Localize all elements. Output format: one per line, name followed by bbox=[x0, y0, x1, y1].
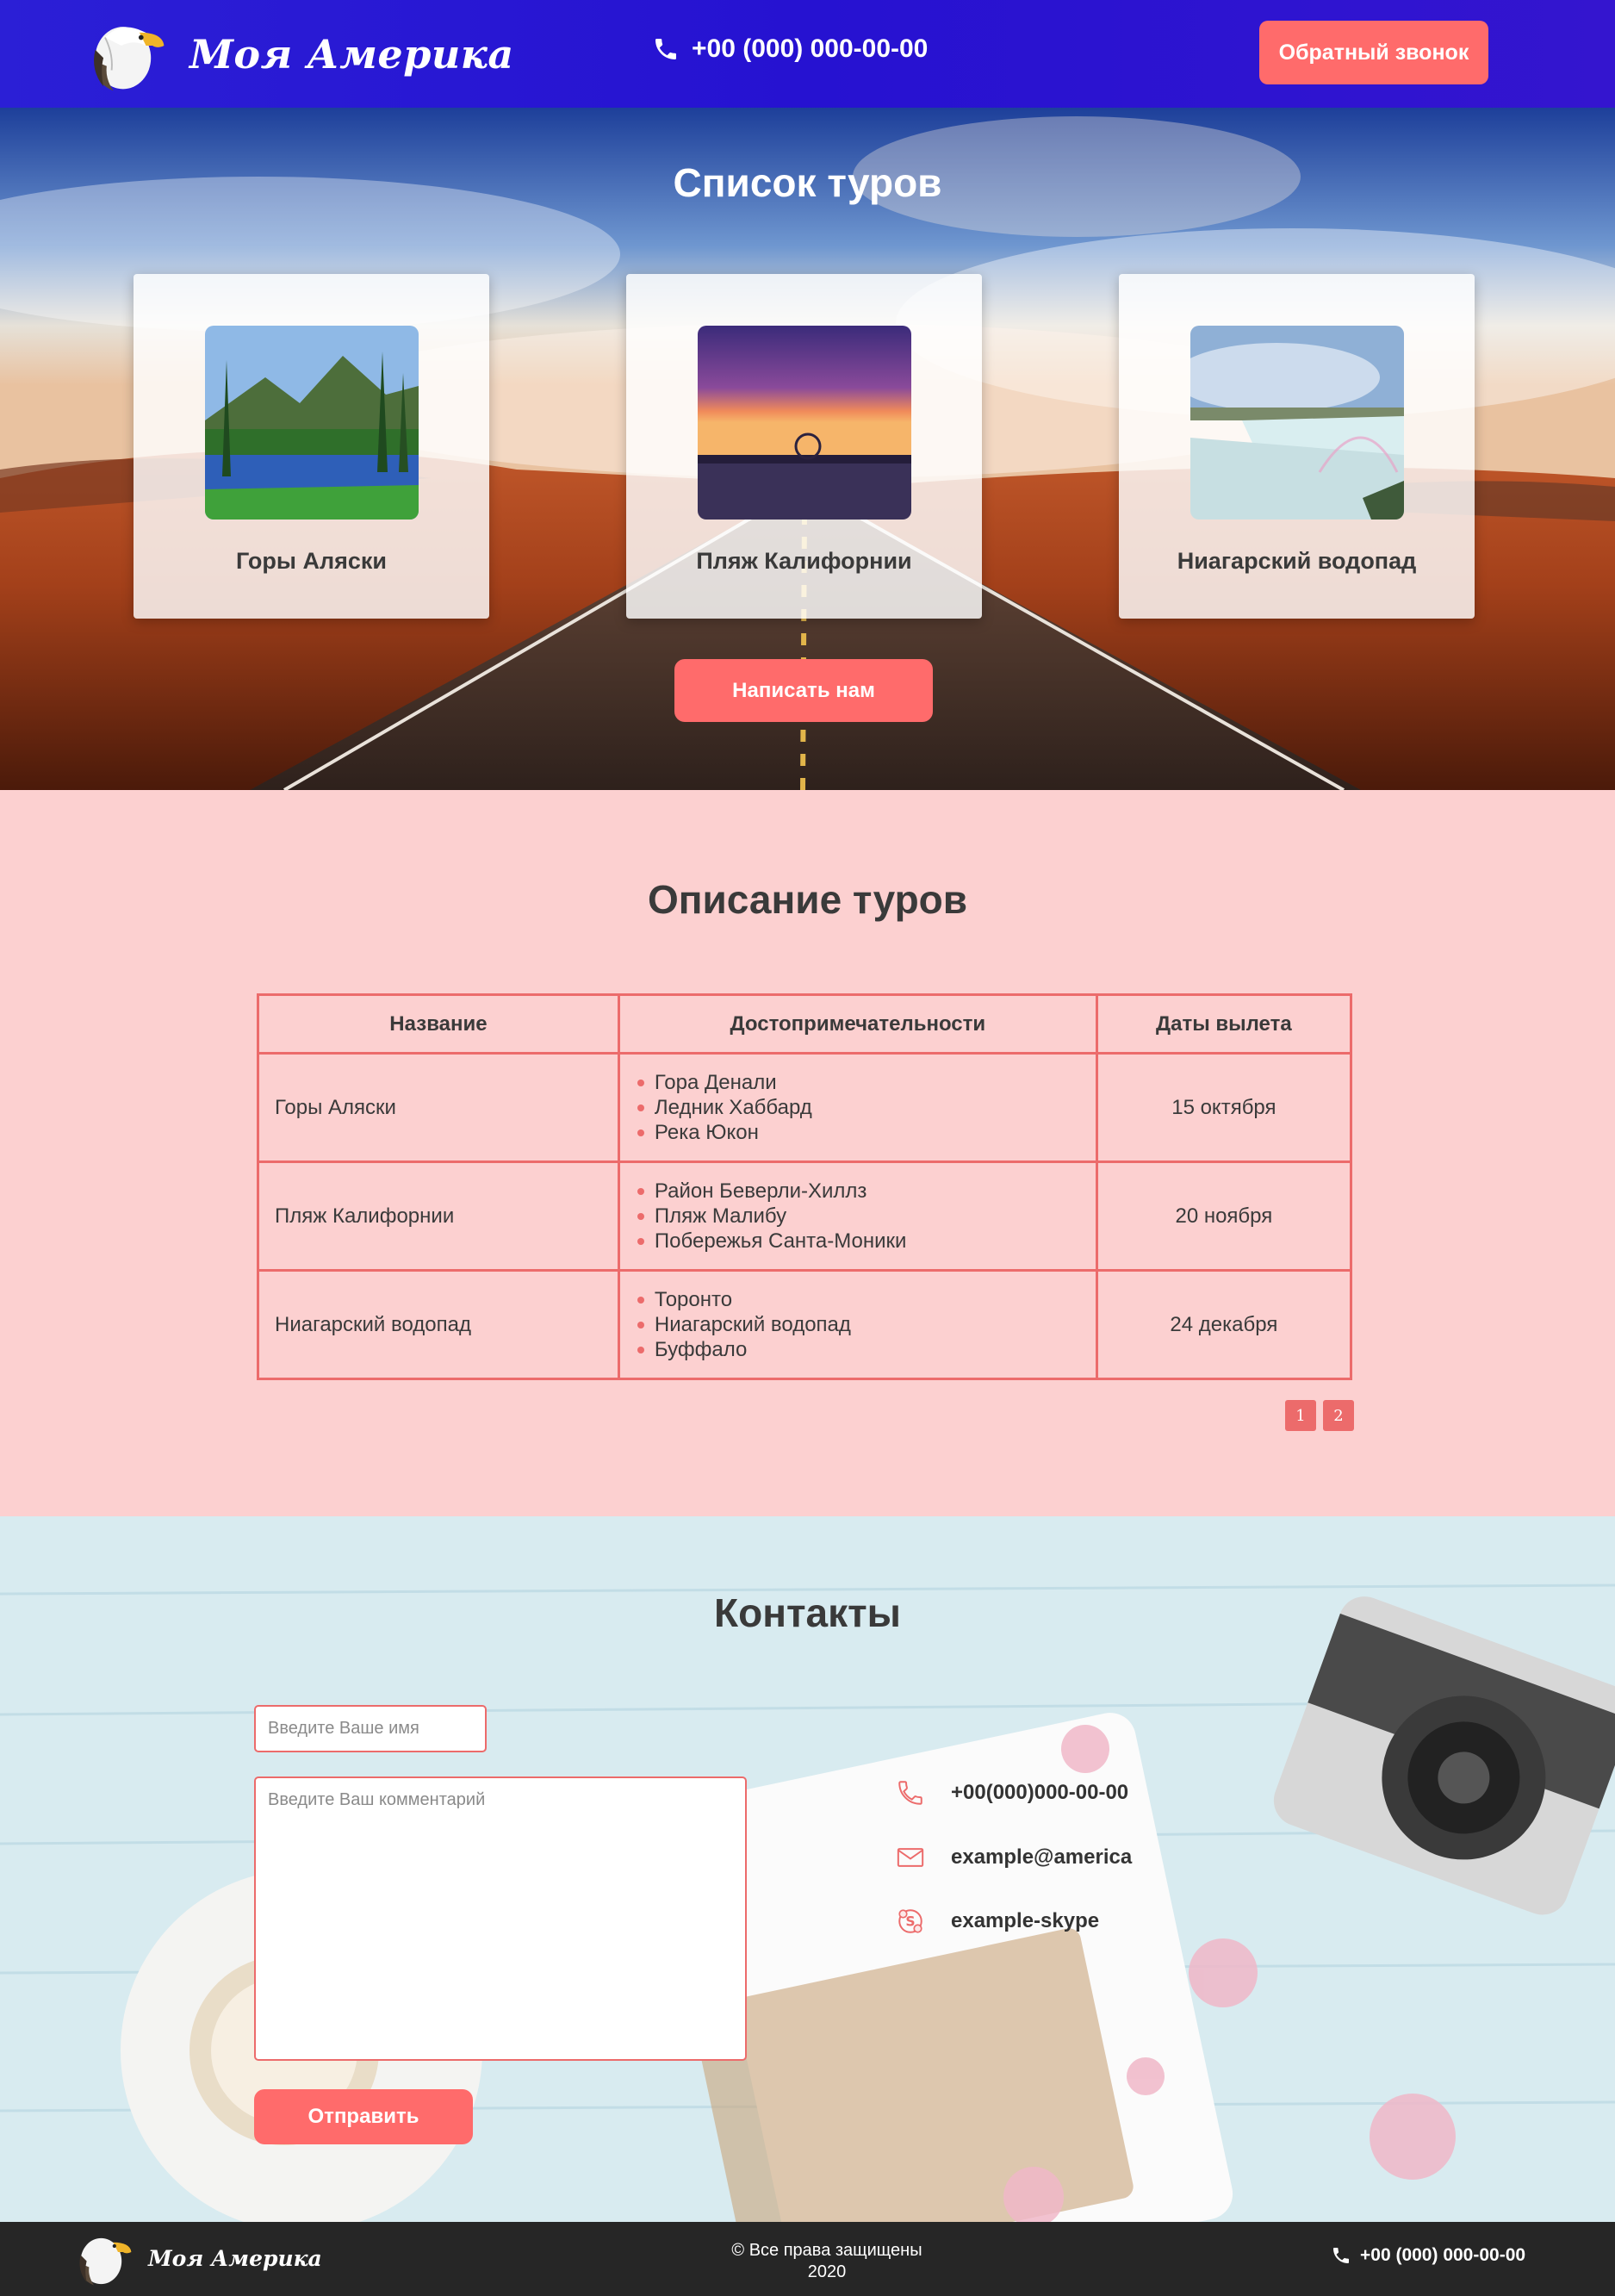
header-phone[interactable]: +00 (000) 000-00-00 bbox=[652, 34, 928, 64]
table-row: Пляж Калифорнии Район Беверли-Хиллз Пляж… bbox=[257, 1160, 1353, 1272]
footer-brand-name: Моя Америка bbox=[148, 2245, 322, 2271]
eagle-logo-icon bbox=[79, 2237, 132, 2286]
list-item: Гора Денали bbox=[636, 1070, 1080, 1095]
column-header-name: Название bbox=[257, 993, 620, 1055]
contact-email[interactable]: example@america bbox=[896, 1843, 1132, 1872]
comment-textarea[interactable] bbox=[254, 1776, 747, 2061]
footer-phone-number: +00 (000) 000-00-00 bbox=[1360, 2245, 1526, 2265]
list-item: Пляж Малибу bbox=[636, 1204, 1080, 1229]
contact-skype-text: example-skype bbox=[951, 1909, 1100, 1932]
eagle-logo-icon bbox=[94, 27, 165, 91]
contact-phone[interactable]: +00(000)000-00-00 bbox=[896, 1778, 1128, 1808]
tour-card-niagara[interactable]: Ниагарский водопад bbox=[1119, 274, 1475, 619]
tours-description-section: Описание туров Название Достопримечатель… bbox=[0, 790, 1615, 1516]
tours-hero: Список туров Горы Аляски Пляж Калифорнии… bbox=[0, 108, 1615, 790]
footer-phone[interactable]: +00 (000) 000-00-00 bbox=[1331, 2245, 1525, 2266]
tours-list-title: Список туров bbox=[673, 160, 942, 205]
list-item: Торонто bbox=[636, 1287, 1080, 1312]
copyright-year: 2020 bbox=[807, 2262, 847, 2281]
list-item: Ниагарский водопад bbox=[636, 1312, 1080, 1337]
brand-name: Моя Америка bbox=[189, 30, 514, 78]
sights-cell: Торонто Ниагарский водопад Буффало bbox=[617, 1269, 1098, 1380]
california-beach-image bbox=[698, 326, 911, 520]
column-header-sights: Достопримечательности bbox=[617, 993, 1098, 1055]
tour-name-cell: Пляж Калифорнии bbox=[257, 1160, 620, 1272]
logo[interactable]: Моя Америка bbox=[89, 13, 514, 95]
departure-date-cell: 24 декабря bbox=[1095, 1269, 1353, 1380]
contact-phone-text: +00(000)000-00-00 bbox=[951, 1781, 1129, 1804]
contact-email-text: example@america bbox=[951, 1845, 1133, 1869]
description-title: Описание туров bbox=[647, 877, 968, 922]
phone-icon bbox=[655, 39, 676, 59]
departure-date-cell: 15 октября bbox=[1095, 1052, 1353, 1163]
list-item: Река Юкон bbox=[636, 1120, 1080, 1145]
page-button-2[interactable]: 2 bbox=[1323, 1400, 1354, 1431]
pagination: 1 2 bbox=[1278, 1400, 1354, 1431]
send-button[interactable]: Отправить bbox=[254, 2089, 473, 2144]
niagara-falls-image bbox=[1190, 326, 1404, 520]
list-item: Ледник Хаббард bbox=[636, 1095, 1080, 1120]
name-input[interactable] bbox=[254, 1705, 487, 1752]
table-header-row: Название Достопримечательности Даты выле… bbox=[257, 993, 1353, 1055]
sights-cell: Гора Денали Ледник Хаббард Река Юкон bbox=[617, 1052, 1098, 1163]
sights-list: Гора Денали Ледник Хаббард Река Юкон bbox=[636, 1070, 1080, 1145]
tour-name-cell: Горы Аляски bbox=[257, 1052, 620, 1163]
write-us-button[interactable]: Написать нам bbox=[674, 659, 933, 722]
header-phone-number: +00 (000) 000-00-00 bbox=[692, 34, 929, 63]
phone-icon bbox=[898, 1781, 922, 1805]
site-footer: Моя Америка © Все права защищены 2020 +0… bbox=[0, 2222, 1615, 2296]
column-header-dates: Даты вылета bbox=[1095, 993, 1353, 1055]
table-row: Ниагарский водопад Торонто Ниагарский во… bbox=[257, 1269, 1353, 1380]
table-row: Горы Аляски Гора Денали Ледник Хаббард Р… bbox=[257, 1052, 1353, 1163]
skype-icon: S bbox=[898, 1909, 922, 1933]
svg-text:S: S bbox=[905, 1914, 915, 1930]
tours-table: Название Достопримечательности Даты выле… bbox=[257, 993, 1353, 1380]
tour-name-cell: Ниагарский водопад bbox=[257, 1269, 620, 1380]
alaska-mountains-image bbox=[205, 326, 419, 520]
contacts-section: Контакты Отправить +00(000)000-00-00 exa… bbox=[0, 1516, 1615, 2222]
sights-cell: Район Беверли-Хиллз Пляж Малибу Побережь… bbox=[617, 1160, 1098, 1272]
departure-date-cell: 20 ноября bbox=[1095, 1160, 1353, 1272]
tour-card-title: Ниагарский водопад bbox=[1177, 548, 1417, 574]
sights-list: Район Беверли-Хиллз Пляж Малибу Побережь… bbox=[636, 1179, 1080, 1254]
copyright: © Все права защищены 2020 bbox=[655, 2240, 999, 2283]
tour-card-title: Пляж Калифорнии bbox=[696, 548, 912, 574]
list-item: Побережья Санта-Моники bbox=[636, 1229, 1080, 1254]
phone-icon bbox=[1333, 2248, 1349, 2263]
contact-skype[interactable]: S example-skype bbox=[896, 1907, 1099, 1936]
mail-icon bbox=[897, 1848, 924, 1867]
sights-list: Торонто Ниагарский водопад Буффало bbox=[636, 1287, 1080, 1362]
site-header: Моя Америка +00 (000) 000-00-00 Обратный… bbox=[0, 0, 1615, 108]
tour-card-alaska[interactable]: Горы Аляски bbox=[134, 274, 489, 619]
page-button-1[interactable]: 1 bbox=[1285, 1400, 1316, 1431]
list-item: Район Беверли-Хиллз bbox=[636, 1179, 1080, 1204]
tour-card-title: Горы Аляски bbox=[235, 548, 388, 574]
contacts-title: Контакты bbox=[714, 1590, 901, 1635]
footer-logo[interactable]: Моя Америка bbox=[76, 2228, 322, 2288]
list-item: Буффало bbox=[636, 1337, 1080, 1362]
copyright-text: © Все права защищены bbox=[731, 2241, 922, 2260]
callback-button[interactable]: Обратный звонок bbox=[1259, 21, 1488, 84]
tour-card-california[interactable]: Пляж Калифорнии bbox=[626, 274, 982, 619]
